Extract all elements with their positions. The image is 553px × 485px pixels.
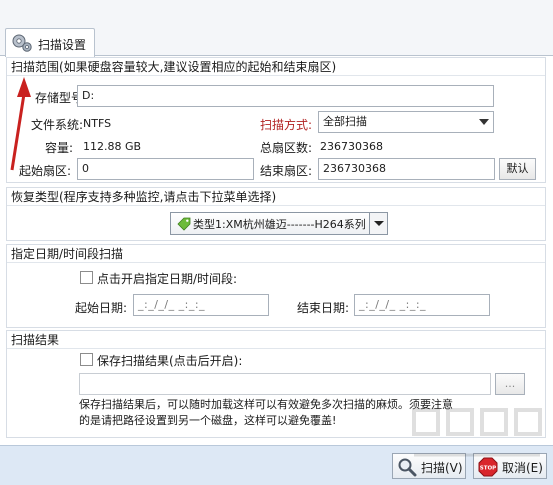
recovery-type-select[interactable]: 类型1:XM杭州雄迈-------H264系列 — [170, 212, 388, 235]
recovery-type-title: 恢复类型(程序支持多种监控,请点击下拉菜单选择) — [7, 188, 545, 206]
total-sectors-value: 236730368 — [320, 140, 383, 153]
scan-result-title: 扫描结果 — [7, 331, 545, 349]
save-result-note-line1: 保存扫描结果后，可以随时加载这样可以有效避免多次扫描的麻烦。须要注意 — [79, 398, 453, 411]
enable-date-range-checkbox[interactable] — [80, 271, 93, 284]
gear-icon — [12, 34, 32, 52]
start-sector-label: 起始扇区: — [19, 164, 72, 178]
save-result-note-line2: 的是请把路径设置到另一个磁盘，这样可以避免覆盖! — [79, 414, 337, 427]
chevron-down-icon[interactable] — [369, 213, 387, 234]
enable-date-range-label: 点击开启指定日期/时间段: — [97, 272, 238, 286]
scan-method-select[interactable]: 全部扫描 — [318, 111, 494, 133]
tab-bar: 扫描设置 — [0, 0, 553, 57]
end-sector-label: 结束扇区: — [260, 164, 313, 178]
tab-scan-settings[interactable]: 扫描设置 — [5, 28, 95, 57]
filesystem-value: NTFS — [83, 117, 112, 130]
capacity-label: 容量: — [45, 141, 74, 155]
scan-range-title: 扫描范围(如果硬盘容量较大,建议设置相应的起始和结束扇区) — [7, 58, 545, 76]
recovery-type-value: 类型1:XM杭州雄迈-------H264系列 — [193, 218, 366, 231]
default-button[interactable]: 默认 — [499, 158, 536, 180]
scan-range-group: 扫描范围(如果硬盘容量较大,建议设置相应的起始和结束扇区) 存储型号: D: 文… — [6, 57, 546, 183]
save-path-field[interactable] — [79, 373, 491, 395]
start-sector-field[interactable]: 0 — [77, 158, 254, 180]
storage-model-field[interactable]: D: — [77, 85, 494, 107]
chevron-down-icon — [479, 119, 489, 125]
end-date-field[interactable]: _:_/_/_ _:_:_ — [354, 294, 490, 316]
watermark-logo — [412, 408, 542, 457]
tab-label: 扫描设置 — [38, 38, 87, 52]
start-date-label: 起始日期: — [75, 301, 128, 315]
filesystem-label: 文件系统: — [31, 118, 84, 132]
total-sectors-label: 总扇区数: — [260, 141, 313, 155]
save-result-label: 保存扫描结果(点击后开启): — [97, 354, 243, 368]
date-range-group: 指定日期/时间段扫描 点击开启指定日期/时间段: 起始日期: _:_/_/_ _… — [6, 244, 546, 328]
scan-method-value: 全部扫描 — [323, 115, 367, 128]
browse-button[interactable]: ... — [495, 373, 525, 395]
tag-icon — [177, 217, 191, 231]
start-date-field[interactable]: _:_/_/_ _:_:_ — [133, 294, 269, 316]
save-result-checkbox[interactable] — [80, 353, 93, 366]
scan-method-label: 扫描方式: — [260, 118, 313, 132]
end-sector-field[interactable]: 236730368 — [318, 158, 495, 180]
capacity-value: 112.88 GB — [83, 140, 142, 153]
date-range-title: 指定日期/时间段扫描 — [7, 245, 545, 263]
end-date-label: 结束日期: — [297, 301, 350, 315]
